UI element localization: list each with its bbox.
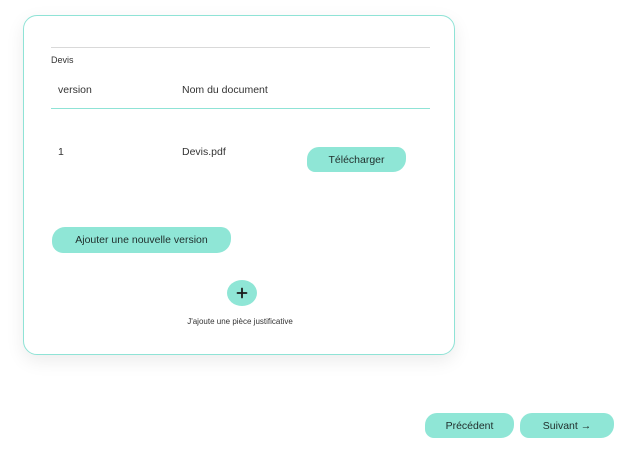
column-header-version: version bbox=[58, 84, 92, 96]
section-label: Devis bbox=[51, 55, 74, 65]
download-button[interactable]: Télécharger bbox=[307, 147, 406, 172]
row-version: 1 bbox=[58, 146, 64, 158]
add-new-version-button[interactable]: Ajouter une nouvelle version bbox=[52, 227, 231, 253]
plus-icon bbox=[236, 287, 248, 299]
top-divider bbox=[51, 47, 430, 48]
previous-button[interactable]: Précédent bbox=[425, 413, 514, 438]
column-header-document-name: Nom du document bbox=[182, 84, 268, 96]
add-attachment-button[interactable] bbox=[227, 280, 257, 306]
header-divider bbox=[51, 108, 430, 109]
row-document-name: Devis.pdf bbox=[182, 146, 226, 158]
next-button[interactable]: Suivant → bbox=[520, 413, 614, 438]
document-card: Devis version Nom du document 1 Devis.pd… bbox=[23, 15, 455, 355]
add-attachment-caption: J'ajoute une pièce justificative bbox=[187, 317, 293, 326]
